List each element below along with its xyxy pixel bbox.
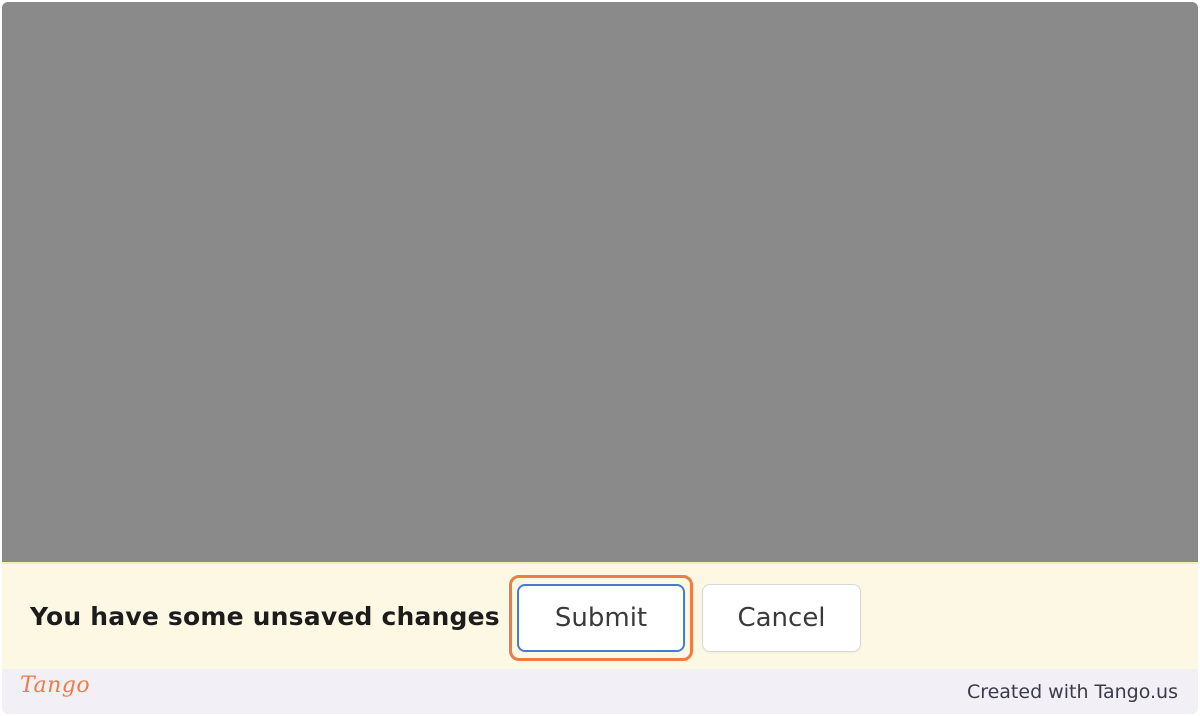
unsaved-changes-message: You have some unsaved changes	[30, 602, 500, 631]
screenshot-frame: You have some unsaved changes Submit Can…	[2, 2, 1198, 714]
modal-overlay	[2, 2, 1198, 562]
tango-logo: Tango	[20, 673, 91, 698]
footer-credit: Created with Tango.us	[966, 681, 1178, 703]
unsaved-changes-bar: You have some unsaved changes Submit Can…	[2, 562, 1198, 669]
footer: Tango Created with Tango.us	[2, 669, 1198, 714]
submit-button[interactable]: Submit	[517, 584, 685, 652]
cancel-button[interactable]: Cancel	[702, 584, 861, 652]
